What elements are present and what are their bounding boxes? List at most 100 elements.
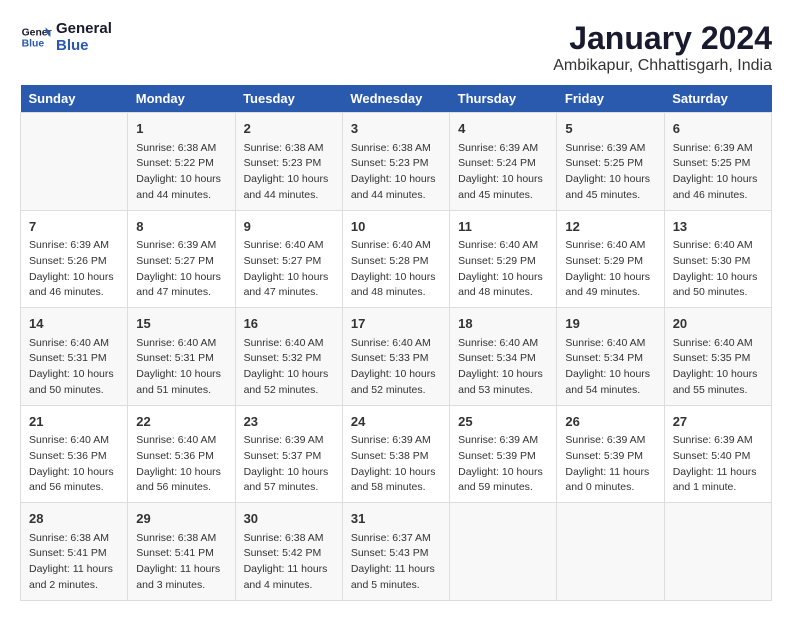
day-content: Sunrise: 6:39 AM Sunset: 5:40 PM Dayligh… xyxy=(673,433,763,496)
calendar-cell: 17Sunrise: 6:40 AM Sunset: 5:33 PM Dayli… xyxy=(342,308,449,406)
day-content: Sunrise: 6:40 AM Sunset: 5:36 PM Dayligh… xyxy=(136,433,226,496)
day-content: Sunrise: 6:39 AM Sunset: 5:24 PM Dayligh… xyxy=(458,141,548,204)
day-content: Sunrise: 6:39 AM Sunset: 5:27 PM Dayligh… xyxy=(136,238,226,301)
calendar-cell: 5Sunrise: 6:39 AM Sunset: 5:25 PM Daylig… xyxy=(557,113,664,211)
day-content: Sunrise: 6:38 AM Sunset: 5:41 PM Dayligh… xyxy=(136,531,226,594)
day-number: 25 xyxy=(458,412,548,432)
day-number: 29 xyxy=(136,509,226,529)
day-number: 31 xyxy=(351,509,441,529)
day-content: Sunrise: 6:40 AM Sunset: 5:28 PM Dayligh… xyxy=(351,238,441,301)
header-monday: Monday xyxy=(128,85,235,113)
day-number: 30 xyxy=(244,509,334,529)
day-number: 23 xyxy=(244,412,334,432)
calendar-cell: 23Sunrise: 6:39 AM Sunset: 5:37 PM Dayli… xyxy=(235,405,342,503)
day-content: Sunrise: 6:40 AM Sunset: 5:35 PM Dayligh… xyxy=(673,336,763,399)
main-title: January 2024 xyxy=(553,20,772,57)
calendar-cell: 8Sunrise: 6:39 AM Sunset: 5:27 PM Daylig… xyxy=(128,210,235,308)
day-content: Sunrise: 6:38 AM Sunset: 5:23 PM Dayligh… xyxy=(244,141,334,204)
calendar-cell: 6Sunrise: 6:39 AM Sunset: 5:25 PM Daylig… xyxy=(664,113,771,211)
day-content: Sunrise: 6:39 AM Sunset: 5:39 PM Dayligh… xyxy=(458,433,548,496)
calendar-cell: 2Sunrise: 6:38 AM Sunset: 5:23 PM Daylig… xyxy=(235,113,342,211)
day-content: Sunrise: 6:39 AM Sunset: 5:25 PM Dayligh… xyxy=(565,141,655,204)
header-saturday: Saturday xyxy=(664,85,771,113)
day-number: 6 xyxy=(673,119,763,139)
day-number: 27 xyxy=(673,412,763,432)
calendar-cell xyxy=(21,113,128,211)
calendar-cell: 10Sunrise: 6:40 AM Sunset: 5:28 PM Dayli… xyxy=(342,210,449,308)
day-content: Sunrise: 6:40 AM Sunset: 5:34 PM Dayligh… xyxy=(458,336,548,399)
calendar-cell: 13Sunrise: 6:40 AM Sunset: 5:30 PM Dayli… xyxy=(664,210,771,308)
calendar-cell: 1Sunrise: 6:38 AM Sunset: 5:22 PM Daylig… xyxy=(128,113,235,211)
day-number: 5 xyxy=(565,119,655,139)
day-content: Sunrise: 6:39 AM Sunset: 5:38 PM Dayligh… xyxy=(351,433,441,496)
logo: General Blue General Blue xyxy=(20,20,112,54)
svg-text:Blue: Blue xyxy=(22,39,45,50)
calendar-cell xyxy=(450,503,557,601)
day-number: 10 xyxy=(351,217,441,237)
calendar-cell: 24Sunrise: 6:39 AM Sunset: 5:38 PM Dayli… xyxy=(342,405,449,503)
calendar-cell: 19Sunrise: 6:40 AM Sunset: 5:34 PM Dayli… xyxy=(557,308,664,406)
day-number: 14 xyxy=(29,314,119,334)
week-row-1: 1Sunrise: 6:38 AM Sunset: 5:22 PM Daylig… xyxy=(21,113,772,211)
day-number: 15 xyxy=(136,314,226,334)
calendar-table: SundayMondayTuesdayWednesdayThursdayFrid… xyxy=(20,85,772,601)
logo-icon: General Blue xyxy=(20,21,52,53)
calendar-cell: 21Sunrise: 6:40 AM Sunset: 5:36 PM Dayli… xyxy=(21,405,128,503)
day-number: 8 xyxy=(136,217,226,237)
calendar-cell: 26Sunrise: 6:39 AM Sunset: 5:39 PM Dayli… xyxy=(557,405,664,503)
day-content: Sunrise: 6:38 AM Sunset: 5:23 PM Dayligh… xyxy=(351,141,441,204)
day-number: 11 xyxy=(458,217,548,237)
day-number: 16 xyxy=(244,314,334,334)
calendar-cell: 30Sunrise: 6:38 AM Sunset: 5:42 PM Dayli… xyxy=(235,503,342,601)
header-tuesday: Tuesday xyxy=(235,85,342,113)
calendar-cell xyxy=(557,503,664,601)
day-number: 12 xyxy=(565,217,655,237)
day-number: 4 xyxy=(458,119,548,139)
calendar-cell: 28Sunrise: 6:38 AM Sunset: 5:41 PM Dayli… xyxy=(21,503,128,601)
header-friday: Friday xyxy=(557,85,664,113)
day-content: Sunrise: 6:40 AM Sunset: 5:32 PM Dayligh… xyxy=(244,336,334,399)
day-content: Sunrise: 6:39 AM Sunset: 5:39 PM Dayligh… xyxy=(565,433,655,496)
day-content: Sunrise: 6:40 AM Sunset: 5:33 PM Dayligh… xyxy=(351,336,441,399)
day-content: Sunrise: 6:40 AM Sunset: 5:27 PM Dayligh… xyxy=(244,238,334,301)
calendar-cell: 25Sunrise: 6:39 AM Sunset: 5:39 PM Dayli… xyxy=(450,405,557,503)
day-number: 21 xyxy=(29,412,119,432)
calendar-cell: 12Sunrise: 6:40 AM Sunset: 5:29 PM Dayli… xyxy=(557,210,664,308)
day-content: Sunrise: 6:40 AM Sunset: 5:34 PM Dayligh… xyxy=(565,336,655,399)
day-content: Sunrise: 6:40 AM Sunset: 5:31 PM Dayligh… xyxy=(136,336,226,399)
day-content: Sunrise: 6:38 AM Sunset: 5:41 PM Dayligh… xyxy=(29,531,119,594)
calendar-cell xyxy=(664,503,771,601)
header-thursday: Thursday xyxy=(450,85,557,113)
day-number: 26 xyxy=(565,412,655,432)
logo-line1: General xyxy=(56,20,112,37)
title-block: January 2024 Ambikapur, Chhattisgarh, In… xyxy=(553,20,772,75)
calendar-cell: 7Sunrise: 6:39 AM Sunset: 5:26 PM Daylig… xyxy=(21,210,128,308)
calendar-cell: 15Sunrise: 6:40 AM Sunset: 5:31 PM Dayli… xyxy=(128,308,235,406)
calendar-cell: 27Sunrise: 6:39 AM Sunset: 5:40 PM Dayli… xyxy=(664,405,771,503)
header-wednesday: Wednesday xyxy=(342,85,449,113)
subtitle: Ambikapur, Chhattisgarh, India xyxy=(553,57,772,75)
calendar-cell: 20Sunrise: 6:40 AM Sunset: 5:35 PM Dayli… xyxy=(664,308,771,406)
day-content: Sunrise: 6:39 AM Sunset: 5:37 PM Dayligh… xyxy=(244,433,334,496)
page-header: General Blue General Blue January 2024 A… xyxy=(20,20,772,75)
calendar-cell: 22Sunrise: 6:40 AM Sunset: 5:36 PM Dayli… xyxy=(128,405,235,503)
day-number: 17 xyxy=(351,314,441,334)
calendar-cell: 9Sunrise: 6:40 AM Sunset: 5:27 PM Daylig… xyxy=(235,210,342,308)
day-number: 13 xyxy=(673,217,763,237)
week-row-4: 21 Sunrise: 6:40 AM Sunset: 5:36 PM Dayli… xyxy=(21,405,772,503)
week-row-3: 14 Sunrise: 6:40 AM Sunset: 5:31 PM Dayli… xyxy=(21,308,772,406)
day-number: 1 xyxy=(136,119,226,139)
logo-line2: Blue xyxy=(56,37,112,54)
week-row-2: 7Sunrise: 6:39 AM Sunset: 5:26 PM Daylig… xyxy=(21,210,772,308)
day-number: 9 xyxy=(244,217,334,237)
calendar-cell: 14Sunrise: 6:40 AM Sunset: 5:31 PM Dayli… xyxy=(21,308,128,406)
header-row: SundayMondayTuesdayWednesdayThursdayFrid… xyxy=(21,85,772,113)
calendar-cell: 11Sunrise: 6:40 AM Sunset: 5:29 PM Dayli… xyxy=(450,210,557,308)
calendar-cell: 3Sunrise: 6:38 AM Sunset: 5:23 PM Daylig… xyxy=(342,113,449,211)
week-row-5: 28Sunrise: 6:38 AM Sunset: 5:41 PM Dayli… xyxy=(21,503,772,601)
calendar-cell: 31Sunrise: 6:37 AM Sunset: 5:43 PM Dayli… xyxy=(342,503,449,601)
day-number: 22 xyxy=(136,412,226,432)
header-sunday: Sunday xyxy=(21,85,128,113)
day-number: 2 xyxy=(244,119,334,139)
day-number: 7 xyxy=(29,217,119,237)
